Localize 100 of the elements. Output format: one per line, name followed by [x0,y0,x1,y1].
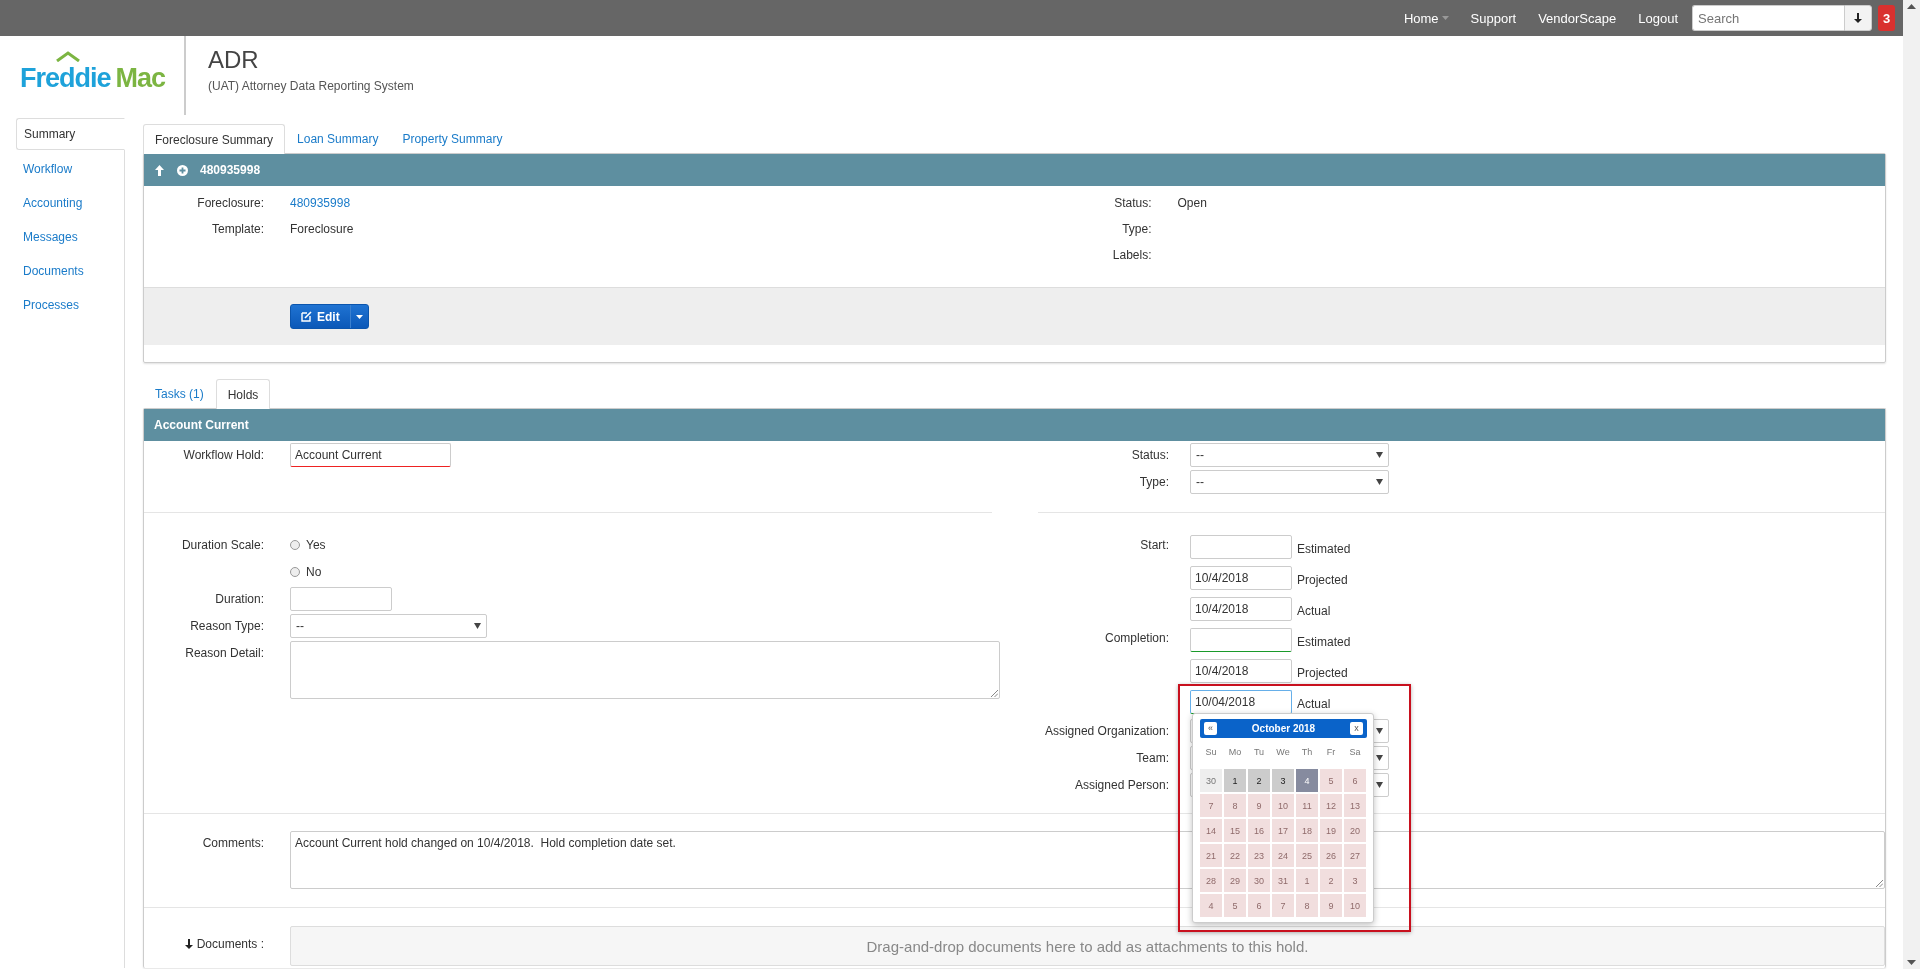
tab[interactable]: Foreclosure Summary [143,124,286,154]
sidebar-item[interactable]: Messages [16,220,125,254]
field-label: Assigned Organization: [1043,723,1169,740]
weekday-label: Th [1300,746,1314,759]
resize-grip-icon [991,690,998,697]
edit-icon [301,311,312,322]
field-note: Estimated [1297,541,1351,558]
field-label: Reason Detail: [184,645,264,662]
date-field[interactable]: 10/4/2018 [1190,597,1292,621]
scrollbar[interactable] [1903,0,1920,969]
app-title: ADR [208,46,260,74]
date-field[interactable] [1190,535,1292,559]
field-label: Comments: [201,835,264,852]
field-label: Type: [1121,221,1152,238]
tab[interactable]: Holds [215,379,271,409]
field-label: Foreclosure: [196,195,264,212]
scroll-up-icon[interactable] [1907,4,1916,9]
download-button[interactable] [1844,5,1872,31]
tab[interactable]: Loan Summary [285,123,391,153]
radio-button[interactable]: No [290,560,322,584]
tab[interactable]: Property Summary [390,123,515,153]
caret-icon [474,623,481,629]
previous-month-button[interactable]: « [1204,722,1217,735]
field-note: Estimated [1297,634,1351,651]
field-note: Projected [1297,572,1348,589]
field-label: Start: [1139,537,1169,554]
arrow-down-icon [1854,13,1862,23]
house-roof-icon [55,51,81,62]
caret-icon [1376,452,1383,458]
nav-link[interactable]: Home [1403,10,1449,26]
select-field[interactable]: -- [1190,470,1389,494]
caret-icon [355,314,363,319]
caret-icon [1376,755,1383,761]
nav-link[interactable]: Logout [1638,10,1678,26]
field-note: Projected [1297,665,1348,682]
nav-link[interactable]: Support [1470,10,1517,26]
resize-grip-icon [1876,880,1883,887]
calendar-day[interactable]: 1 [1224,769,1246,792]
select-field[interactable]: -- [290,614,487,638]
caret-icon [1376,782,1383,788]
weekday-label: Sa [1348,746,1362,759]
plus-circle-icon [177,164,188,176]
date-field[interactable]: 10/4/2018 [1190,566,1292,590]
nav-link[interactable]: VendorScape [1538,10,1617,26]
logo-text: Freddie [20,63,111,94]
field-note: Actual [1297,696,1331,713]
radio-button[interactable]: Yes [290,533,326,557]
month-title: October 2018 [1251,723,1316,734]
field-label: Duration: [214,591,264,608]
text-field[interactable]: Account Current [290,443,451,467]
field-label: Completion: [1103,630,1169,647]
field-label: Duration Scale: [180,537,264,554]
date-field[interactable]: 10/4/2018 [1190,659,1292,683]
field-label: Labels: [1111,247,1152,264]
select-field[interactable]: -- [1190,443,1389,467]
field-label: Team: [1135,750,1169,767]
field-label: Template: [210,221,264,238]
app-subtitle: (UAT) Attorney Data Reporting System [208,79,414,93]
field-label: Status: [1113,195,1152,212]
arrow-down-icon [184,939,193,949]
field-label: Workflow Hold: [182,447,264,464]
caret-icon [1376,479,1383,485]
field-label: Reason Type: [189,618,264,635]
tab[interactable]: Tasks (1) [143,378,216,408]
sidebar-item[interactable]: Accounting [16,186,125,220]
panel-title: 480935998 [200,163,261,177]
sidebar-item[interactable]: Processes [16,288,125,322]
date-field[interactable]: 10/04/2018 [1190,690,1292,714]
sidebar-item[interactable]: Documents [16,254,125,288]
weekday-label: Mo [1227,746,1243,759]
field-value: Foreclosure [290,222,354,236]
calendar-day[interactable]: 4 [1296,769,1318,792]
field-label: Type: [1138,474,1169,491]
date-field[interactable] [1190,628,1292,652]
scroll-down-icon[interactable] [1907,960,1916,965]
caret-icon [1441,16,1449,20]
weekday-label: We [1275,746,1291,759]
panel-title: Account Current [154,418,249,432]
up-arrow-icon [154,164,165,176]
field-label: Assigned Person: [1073,777,1169,794]
weekday-label: Su [1204,746,1218,759]
calendar-day[interactable]: 30 [1200,769,1222,792]
sidebar-item[interactable]: Summary [16,118,125,150]
field-value: Open [1177,196,1207,210]
caret-icon [1376,728,1383,734]
drop-zone[interactable]: Drag-and-drop documents here to add as attachments to this hold. [290,926,1885,966]
text-field[interactable] [290,587,392,611]
weekday-label: Tu [1252,746,1266,759]
search-field[interactable]: Search [1692,5,1844,31]
field-note: Actual [1297,603,1331,620]
field-label: Status: [1130,447,1169,464]
sidebar-item[interactable]: Workflow [16,152,125,186]
logo-text: Mac [115,63,166,94]
field-link[interactable]: 480935998 [290,196,351,210]
calendar-day[interactable]: 2 [1248,769,1270,792]
notification-badge[interactable]: 3 [1878,5,1895,31]
close-button[interactable]: x [1350,722,1363,735]
weekday-label: Fr [1325,746,1337,759]
field-label: Documents : [196,936,264,953]
calendar-day[interactable]: 3 [1272,769,1294,792]
